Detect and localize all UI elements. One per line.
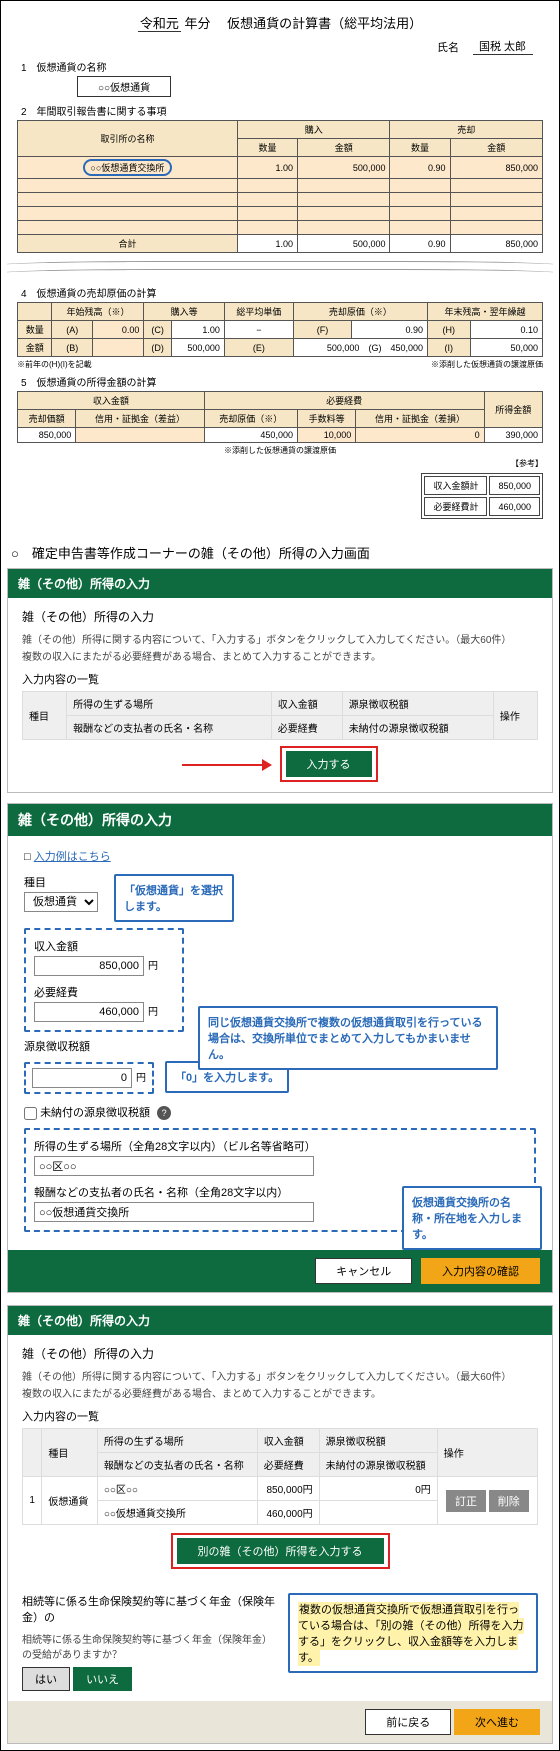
another-button-highlight: 別の雑（その他）所得を入力する	[171, 1533, 390, 1569]
tax-input[interactable]	[32, 1068, 132, 1088]
yes-button[interactable]: はい	[22, 1667, 70, 1691]
worksheet-panel: 令和元 年分 仮想通貨の計算書（総平均法用） 氏名 国税 太郎 1 仮想通貨の名…	[7, 5, 553, 533]
kind-select[interactable]: 仮想通貨	[24, 892, 98, 912]
sec4-label: 4 仮想通貨の売却原価の計算	[21, 285, 543, 300]
sec1-label: 1 仮想通貨の名称	[21, 59, 543, 74]
listhd-1: 入力内容の一覧	[22, 671, 538, 687]
back-button[interactable]: 前に戻る	[365, 1709, 451, 1735]
input-button[interactable]: 入力する	[286, 751, 372, 777]
place-label: 所得の生ずる場所（全角28文字以内）（ビル名等省略可）	[34, 1138, 526, 1154]
table-trade-report: 取引所の名称 購入 売却 数量金額 数量金額 ○○仮想通貨交換所 1.00500…	[17, 120, 543, 253]
kind-label: 種目	[24, 874, 98, 890]
callout-kind: 「仮想通貨」を選択します。	[114, 874, 234, 922]
note-prev-year: ※前年の(H)(I)を記載	[17, 359, 92, 370]
desc-1b: 複数の収入にまたがる必要経費がある場合、まとめて入力することができます。	[22, 648, 538, 663]
example-link[interactable]: 入力例はこちら	[34, 851, 111, 863]
nav-footer: 前に戻る 次へ進む	[8, 1701, 552, 1743]
crypto-name-box: ○○仮想通貨	[77, 76, 171, 97]
desc-3b: 複数の収入にまたがる必要経費がある場合、まとめて入力することができます。	[22, 1385, 538, 1400]
no-button[interactable]: いいえ	[73, 1667, 132, 1691]
callout-place: 仮想通貨交換所の名称・所在地を入力します。	[402, 1186, 542, 1250]
table-income: 収入金額 必要経費 所得金額 売却価額信用・証拠金（差益） 売却原価（※）手数料…	[17, 391, 543, 443]
exp-label: 必要経費	[34, 984, 174, 1000]
panel-hd-3: 雑（その他）所得の入力	[8, 1306, 552, 1335]
sankou-label: 【参考】	[17, 458, 543, 469]
rev-label: 収入金額	[34, 938, 174, 954]
panel-hd-2: 雑（その他）所得の入力	[8, 804, 552, 836]
sec5-label: 5 仮想通貨の所得金額の計算	[21, 374, 543, 389]
wavy-cut-icon	[7, 259, 553, 279]
panel-hd-1: 雑（その他）所得の入力	[8, 569, 552, 598]
note-cost-basis: ※添削した仮想通貨の譲渡原価	[431, 359, 543, 370]
unpaid-checkbox[interactable]	[24, 1107, 37, 1120]
another-button[interactable]: 別の雑（その他）所得を入力する	[177, 1538, 384, 1564]
next-button[interactable]: 次へ進む	[454, 1709, 540, 1735]
dashbox-amounts: 収入金額 円 必要経費 円	[24, 928, 184, 1032]
callout-multi: 複数の仮想通貨交換所で仮想通貨取引を行っている場合は、「別の雑（その他）所得を入…	[288, 1593, 538, 1673]
desc-1a: 雑（その他）所得に関する内容について、「入力する」ボタンをクリックして入力してく…	[22, 631, 538, 646]
name-value: 国税 太郎	[473, 38, 533, 55]
place-input[interactable]	[34, 1156, 314, 1176]
table-cost-basis: 年始残高（※） 購入等 総平均単価 売却原価（※） 年末残高・翌年繰越 数量 (…	[17, 302, 543, 357]
delete-button[interactable]: 削除	[489, 1490, 529, 1512]
screen-lead: ○ 確定申告書等作成コーナーの雑（その他）所得の入力画面	[11, 543, 549, 562]
edit-button[interactable]: 訂正	[446, 1490, 486, 1512]
subhd-1: 雑（その他）所得の入力	[22, 608, 538, 625]
insurance-desc: 相続等に係る生命保険契約等に基づく年金（保険年金）の受給がありますか？	[22, 1631, 278, 1661]
exp-input[interactable]	[34, 1002, 144, 1022]
arrow-icon	[262, 759, 272, 771]
rev-input[interactable]	[34, 956, 144, 976]
confirm-button[interactable]: 入力内容の確認	[421, 1258, 540, 1284]
callout-exp: 同じ仮想通貨交換所で複数の仮想通貨取引を行っている場合は、交換所単位でまとめて入…	[198, 1006, 498, 1070]
name-label: 氏名	[437, 39, 459, 55]
listhd-3: 入力内容の一覧	[22, 1408, 538, 1424]
payer-input[interactable]	[34, 1202, 314, 1222]
exchange-ringed: ○○仮想通貨交換所	[83, 159, 173, 176]
list-table-filled: 種目 所得の生ずる場所収入金額源泉徴収税額操作 報酬などの支払者の氏名・名称必要…	[22, 1428, 538, 1525]
desc-3a: 雑（その他）所得に関する内容について、「入力する」ボタンをクリックして入力してく…	[22, 1368, 538, 1383]
subhd-3: 雑（その他）所得の入力	[22, 1345, 538, 1362]
help-icon[interactable]: ?	[157, 1106, 171, 1120]
sec2-label: 2 年間取引報告書に関する事項	[21, 103, 543, 118]
list-table-empty: 種目 所得の生ずる場所収入金額源泉徴収税額操作 報酬などの支払者の氏名・名称必要…	[22, 691, 538, 740]
table-row: 1 仮想通貨 ○○区○○ 850,000円 0円 訂正 削除	[23, 1477, 538, 1501]
panel-entry-form: 雑（その他）所得の入力 □ 入力例はこちら 種目 仮想通貨 「仮想通貨」を選択し…	[7, 803, 553, 1293]
panel-list-empty: 雑（その他）所得の入力 雑（その他）所得の入力 雑（その他）所得に関する内容につ…	[7, 568, 553, 793]
unpaid-label: 未納付の源泉徴収税額	[40, 1107, 150, 1119]
cancel-button[interactable]: キャンセル	[315, 1258, 412, 1284]
note-income: ※添削した仮想通貨の譲渡原価	[17, 445, 543, 456]
input-button-highlight: 入力する	[280, 746, 378, 782]
panel-list-filled: 雑（その他）所得の入力 雑（その他）所得の入力 雑（その他）所得に関する内容につ…	[7, 1305, 553, 1744]
insurance-heading: 相続等に係る生命保険契約等に基づく年金（保険年金）の	[22, 1593, 278, 1625]
worksheet-title: 令和元 年分 仮想通貨の計算書（総平均法用）	[17, 13, 543, 32]
summary-box: 収入金額計850,000 必要経費計460,000	[421, 473, 543, 519]
entry-footer: キャンセル 入力内容の確認	[8, 1250, 552, 1292]
